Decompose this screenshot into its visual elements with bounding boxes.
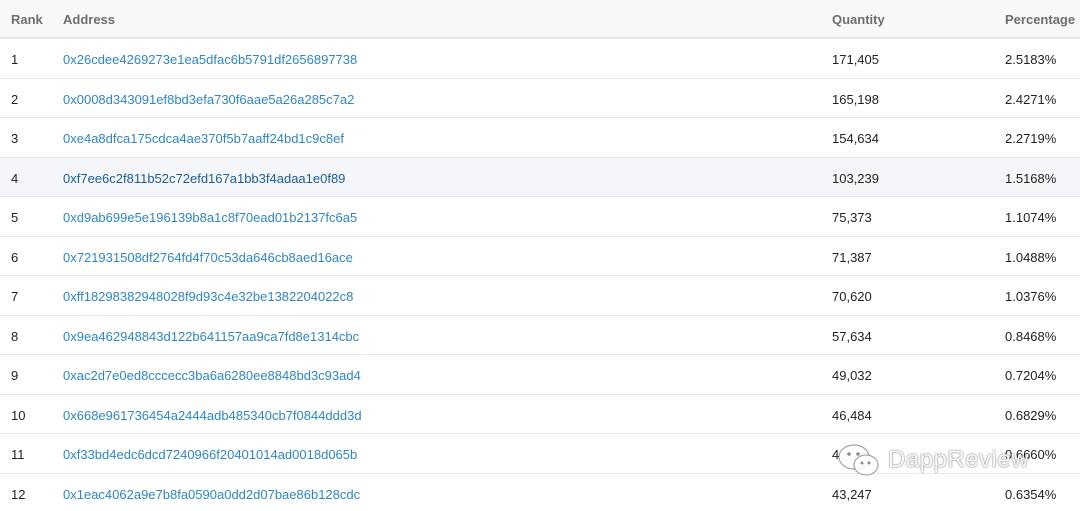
address-link[interactable]: 0x26cdee4269273e1ea5dfac6b5791df26568977… <box>63 52 357 67</box>
percentage-cell: 0.6660% <box>1005 447 1057 462</box>
table-row[interactable]: 1 0x26cdee4269273e1ea5dfac6b5791df265689… <box>0 39 1080 79</box>
rank-cell: 3 <box>11 131 19 146</box>
rank-cell: 9 <box>11 368 19 383</box>
percentage-cell: 2.5183% <box>1005 52 1057 67</box>
table-row[interactable]: 8 0x9ea462948843d122b641157aa9ca7fd8e131… <box>0 315 1080 355</box>
table-row[interactable]: 5 0xd9ab699e5e196139b8a1c8f70ead01b2137f… <box>0 197 1080 237</box>
token-holders-table: Rank Address Quantity Percentage 1 0x26c… <box>0 0 1080 511</box>
address-link[interactable]: 0xf33bd4edc6dcd7240966f20401014ad0018d06… <box>63 447 357 462</box>
percentage-cell: 1.0376% <box>1005 289 1057 304</box>
table-row[interactable]: 9 0xac2d7e0ed8cccecc3ba6a6280ee8848bd3c9… <box>0 355 1080 395</box>
percentage-cell: 0.6354% <box>1005 486 1057 502</box>
header-rank[interactable]: Rank <box>11 12 43 27</box>
rank-cell: 11 <box>11 447 25 462</box>
address-link[interactable]: 0xff18298382948028f9d93c4e32be1382204022… <box>63 289 353 304</box>
table-body: 1 0x26cdee4269273e1ea5dfac6b5791df265689… <box>0 39 1080 511</box>
quantity-cell: 57,634 <box>832 328 872 344</box>
address-link[interactable]: 0xac2d7e0ed8cccecc3ba6a6280ee8848bd3c93a… <box>63 368 361 383</box>
header-quantity[interactable]: Quantity <box>832 12 885 27</box>
address-link[interactable]: 0x721931508df2764fd4f70c53da646cb8aed16a… <box>63 250 353 265</box>
table-row[interactable]: 2 0x0008d343091ef8bd3efa730f6aae5a26a285… <box>0 78 1080 118</box>
rank-cell: 7 <box>11 289 19 304</box>
percentage-cell: 2.4271% <box>1005 91 1057 107</box>
percentage-cell: 0.7204% <box>1005 368 1057 383</box>
address-link[interactable]: 0x9ea462948843d122b641157aa9ca7fd8e1314c… <box>63 329 359 344</box>
rank-cell: 8 <box>11 328 19 344</box>
percentage-cell: 0.8468% <box>1005 328 1057 344</box>
table-row[interactable]: 3 0xe4a8dfca175cdca4ae370f5b7aaff24bd1c9… <box>0 118 1080 158</box>
table-row[interactable]: 11 0xf33bd4edc6dcd7240966f20401014ad0018… <box>0 434 1080 474</box>
percentage-cell: 1.0488% <box>1005 249 1057 265</box>
quantity-cell: 46,484 <box>832 407 872 423</box>
percentage-cell: 2.2719% <box>1005 131 1057 146</box>
quantity-cell: 70,620 <box>832 289 872 304</box>
address-link[interactable]: 0x1eac4062a9e7b8fa0590a0dd2d07bae86b128c… <box>63 487 360 502</box>
address-link[interactable]: 0x0008d343091ef8bd3efa730f6aae5a26a285c7… <box>63 92 354 107</box>
rank-cell: 6 <box>11 249 19 265</box>
rank-cell: 5 <box>11 210 19 225</box>
header-address[interactable]: Address <box>63 12 115 27</box>
quantity-cell: 103,239 <box>832 170 879 186</box>
quantity-cell: 171,405 <box>832 52 879 67</box>
quantity-cell: 165,198 <box>832 91 879 107</box>
table-row[interactable]: 12 0x1eac4062a9e7b8fa0590a0dd2d07bae86b1… <box>0 473 1080 511</box>
quantity-cell: 43,247 <box>832 486 872 502</box>
header-percentage[interactable]: Percentage <box>1005 12 1075 27</box>
address-link[interactable]: 0xd9ab699e5e196139b8a1c8f70ead01b2137fc6… <box>63 210 357 225</box>
quantity-cell: 75,373 <box>832 210 872 225</box>
rank-cell: 10 <box>11 407 26 423</box>
table-row[interactable]: 4 0xf7ee6c2f811b52c72efd167a1bb3f4adaa1e… <box>0 157 1080 197</box>
rank-cell: 2 <box>11 91 19 107</box>
address-link[interactable]: 0xe4a8dfca175cdca4ae370f5b7aaff24bd1c9c8… <box>63 131 344 146</box>
percentage-cell: 1.5168% <box>1005 170 1057 186</box>
table-row[interactable]: 7 0xff18298382948028f9d93c4e32be13822040… <box>0 276 1080 316</box>
percentage-cell: 1.1074% <box>1005 210 1057 225</box>
rank-cell: 4 <box>11 170 19 186</box>
table-row[interactable]: 10 0x668e961736454a2444adb485340cb7f0844… <box>0 394 1080 434</box>
quantity-cell: 49,032 <box>832 368 872 383</box>
table-header: Rank Address Quantity Percentage <box>0 0 1080 39</box>
rank-cell: 1 <box>11 52 19 67</box>
rank-cell: 12 <box>11 486 26 502</box>
address-link[interactable]: 0x668e961736454a2444adb485340cb7f0844ddd… <box>63 408 362 423</box>
table-row[interactable]: 6 0x721931508df2764fd4f70c53da646cb8aed1… <box>0 236 1080 276</box>
percentage-cell: 0.6829% <box>1005 407 1057 423</box>
quantity-cell: 71,387 <box>832 249 872 265</box>
address-link[interactable]: 0xf7ee6c2f811b52c72efd167a1bb3f4adaa1e0f… <box>63 171 345 186</box>
quantity-cell: 4 <box>832 447 840 462</box>
quantity-cell: 154,634 <box>832 131 879 146</box>
